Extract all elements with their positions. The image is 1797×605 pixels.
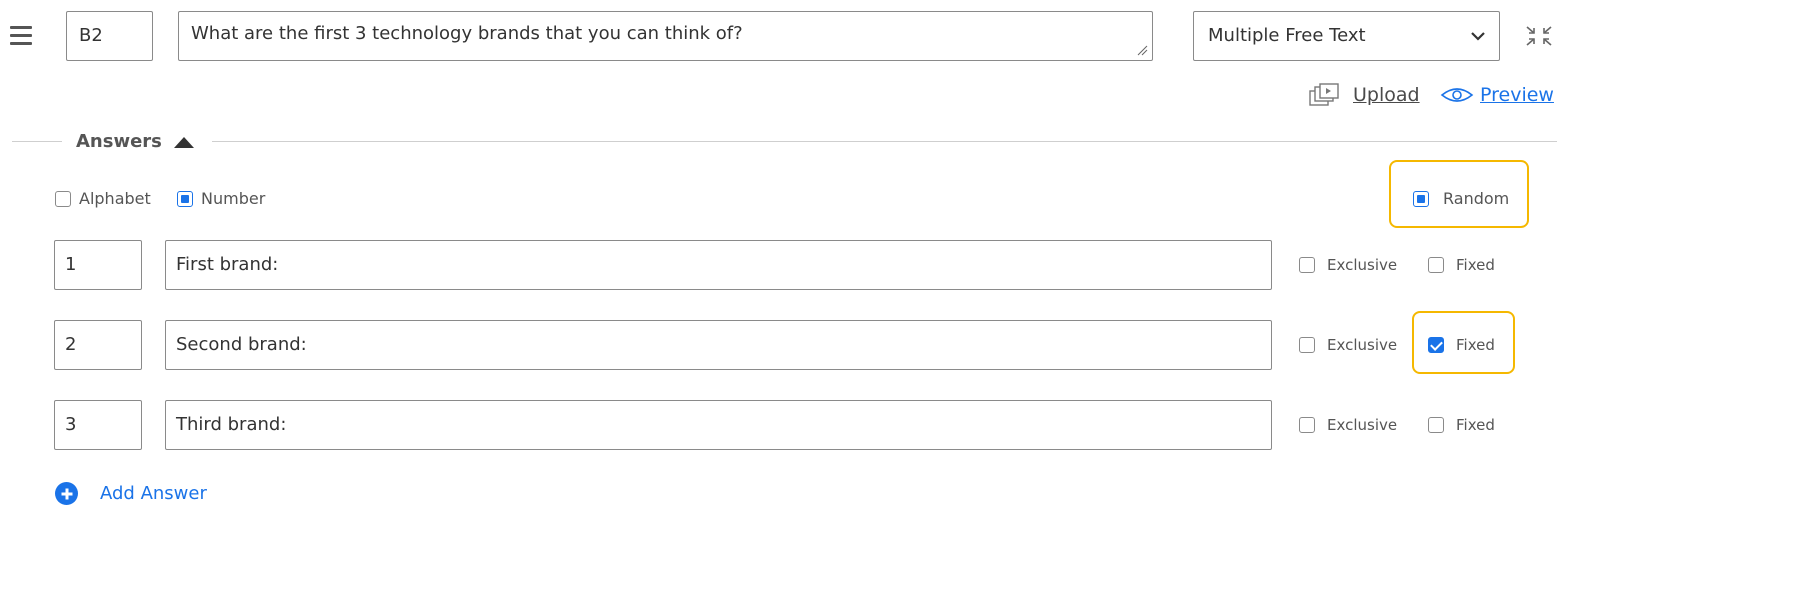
question-type-select[interactable]: Multiple Free Text [1193, 11, 1500, 61]
caret-up-icon[interactable] [172, 135, 196, 149]
upload-link[interactable]: Upload [1309, 80, 1420, 110]
exclusive-checkbox[interactable] [1299, 417, 1315, 433]
exclusive-option[interactable]: Exclusive [1299, 336, 1397, 354]
upload-label: Upload [1353, 84, 1420, 106]
fixed-checkbox[interactable] [1428, 257, 1444, 273]
answer-number-input[interactable]: 3 [54, 400, 142, 450]
question-type-value: Multiple Free Text [1208, 25, 1366, 46]
number-checkbox[interactable] [177, 190, 193, 207]
divider-left [12, 141, 62, 142]
divider-right [212, 141, 1557, 142]
fixed-label: Fixed [1456, 416, 1495, 434]
random-label: Random [1443, 189, 1510, 208]
menu-icon[interactable] [10, 26, 32, 46]
fixed-option[interactable]: Fixed [1428, 416, 1495, 434]
fixed-option[interactable]: Fixed [1428, 336, 1495, 354]
upload-icon [1309, 83, 1339, 106]
question-text-input[interactable]: What are the first 3 technology brands t… [178, 11, 1153, 61]
add-answer-label: Add Answer [100, 483, 207, 504]
fixed-label: Fixed [1456, 256, 1495, 274]
answer-text-input[interactable]: Third brand: [165, 400, 1272, 450]
alphabet-option[interactable]: Alphabet [55, 189, 151, 208]
number-option[interactable]: Number [177, 189, 265, 208]
answer-number-input[interactable]: 1 [54, 240, 142, 290]
answer-text-input[interactable]: Second brand: [165, 320, 1272, 370]
alphabet-checkbox[interactable] [55, 190, 71, 207]
preview-label: Preview [1480, 84, 1554, 106]
fixed-option[interactable]: Fixed [1428, 256, 1495, 274]
answers-heading: Answers [76, 131, 162, 152]
add-answer-button[interactable]: Add Answer [55, 482, 207, 505]
preview-link[interactable]: Preview [1440, 80, 1554, 110]
exclusive-option[interactable]: Exclusive [1299, 256, 1397, 274]
resize-grip-icon[interactable] [1136, 44, 1148, 56]
alphabet-label: Alphabet [79, 189, 151, 208]
answer-number-input[interactable]: 2 [54, 320, 142, 370]
exclusive-option[interactable]: Exclusive [1299, 416, 1397, 434]
exclusive-checkbox[interactable] [1299, 257, 1315, 273]
random-checkbox[interactable] [1413, 190, 1429, 207]
chevron-down-icon [1471, 32, 1485, 41]
exclusive-label: Exclusive [1327, 336, 1398, 354]
fixed-label: Fixed [1456, 336, 1495, 354]
eye-icon [1440, 88, 1474, 102]
question-text: What are the first 3 technology brands t… [191, 23, 743, 44]
answer-text-input[interactable]: First brand: [165, 240, 1272, 290]
number-label: Number [201, 189, 266, 208]
exclusive-label: Exclusive [1327, 256, 1398, 274]
exclusive-checkbox[interactable] [1299, 337, 1315, 353]
collapse-icon[interactable] [1524, 24, 1554, 48]
exclusive-label: Exclusive [1327, 416, 1398, 434]
fixed-checkbox[interactable] [1428, 337, 1444, 353]
random-option[interactable]: Random [1413, 189, 1509, 208]
question-code-input[interactable]: B2 [66, 11, 153, 61]
plus-circle-icon [55, 482, 78, 505]
fixed-checkbox[interactable] [1428, 417, 1444, 433]
